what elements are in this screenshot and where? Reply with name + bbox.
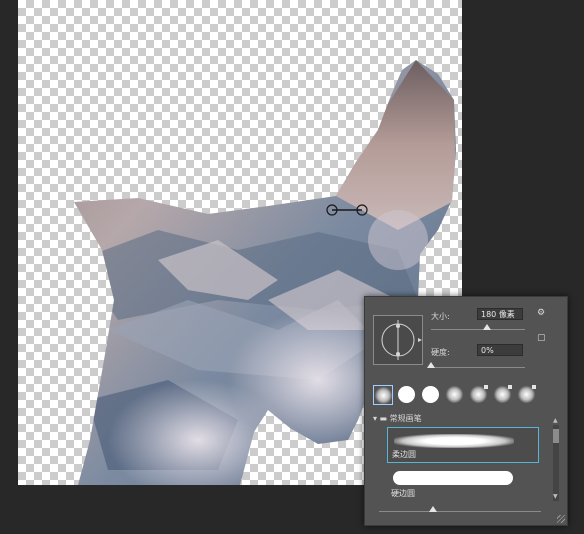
scroll-down-arrow[interactable]: ▼: [553, 493, 558, 500]
preset-hard-round[interactable]: [397, 385, 417, 405]
preset-soft-round[interactable]: [445, 385, 465, 405]
preset-soft-round[interactable]: [517, 385, 537, 405]
hardness-slider[interactable]: [431, 367, 525, 368]
brush-tip-icon: [381, 320, 422, 360]
brush-name: 硬边圆: [391, 489, 415, 498]
recent-brush-presets: [373, 385, 557, 407]
preview-size-thumb[interactable]: [429, 506, 437, 512]
preview-size-slider[interactable]: [379, 511, 541, 512]
preset-hard-round[interactable]: [421, 385, 441, 405]
brush-group-general[interactable]: ▾ ▬ 常规画笔: [373, 413, 549, 424]
brush-name: 柔边圆: [392, 450, 416, 459]
hardness-slider-thumb[interactable]: [427, 362, 435, 368]
brush-angle-widget[interactable]: [373, 315, 423, 365]
brush-item-hard-round[interactable]: 硬边圆: [387, 465, 539, 501]
hardness-label: 硬度:: [431, 348, 450, 357]
brush-stroke-preview: [393, 471, 513, 485]
settings-gear-icon[interactable]: ⚙: [537, 308, 545, 318]
chevron-down-icon: ▾ ▬: [373, 414, 390, 423]
preset-soft-round[interactable]: [373, 385, 393, 405]
size-slider[interactable]: [431, 329, 525, 330]
scrollbar-thumb[interactable]: [553, 429, 559, 443]
brush-stroke-preview: [394, 434, 514, 448]
brush-item-soft-round[interactable]: 柔边圆: [387, 427, 539, 463]
size-slider-thumb[interactable]: [483, 324, 492, 330]
size-label: 大小:: [431, 312, 450, 321]
preset-soft-round[interactable]: [493, 385, 513, 405]
hardness-field[interactable]: 0%: [477, 344, 523, 356]
group-label: 常规画笔: [389, 414, 422, 423]
preset-soft-round[interactable]: [469, 385, 489, 405]
resize-grip[interactable]: [557, 515, 565, 523]
new-preset-icon[interactable]: ▢: [537, 333, 546, 343]
scroll-up-arrow[interactable]: ▲: [553, 417, 558, 424]
size-field[interactable]: 180 像素: [477, 308, 523, 320]
brush-preset-panel: 大小: 180 像素 ⚙ ▢ 硬度: 0% ▾ ▬ 常规画笔 柔边圆 硬边圆 ▲…: [364, 296, 568, 526]
